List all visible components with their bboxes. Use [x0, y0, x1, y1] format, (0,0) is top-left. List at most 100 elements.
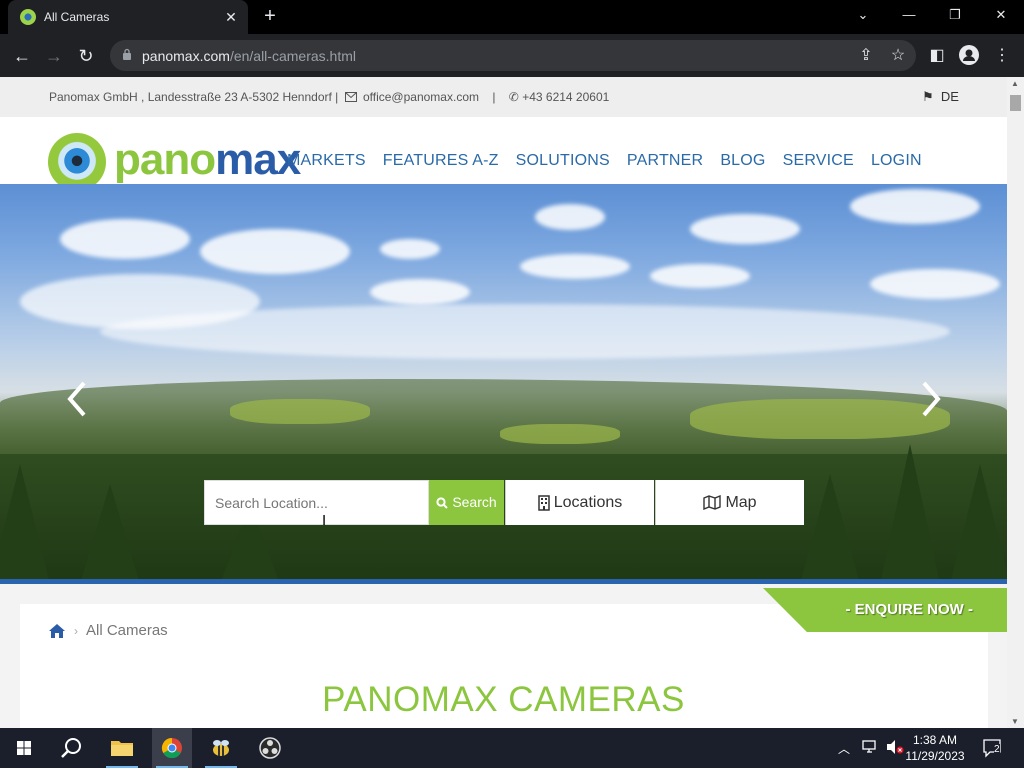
building-icon: [538, 495, 550, 511]
nav-service[interactable]: SERVICE: [783, 152, 854, 170]
network-icon[interactable]: [862, 740, 878, 759]
map-button-label: Map: [725, 494, 757, 511]
browser-titlebar: All Cameras ✕ + ⌄ — ❐ ✕: [0, 0, 1024, 34]
company-email-link[interactable]: office@panomax.com: [363, 90, 479, 104]
reload-icon[interactable]: ↻: [74, 44, 98, 68]
cloud: [690, 214, 800, 244]
web-page: Panomax GmbH , Landesstraße 23 A-5302 He…: [0, 77, 1007, 728]
browser-menu-icon[interactable]: ⋮: [991, 45, 1013, 67]
search-location-input[interactable]: [204, 480, 429, 525]
breadcrumb-current: All Cameras: [86, 622, 168, 639]
nav-solutions[interactable]: SOLUTIONS: [516, 152, 610, 170]
volume-muted-icon[interactable]: [886, 739, 904, 760]
map-button[interactable]: Map: [655, 480, 804, 525]
tree: [950, 464, 1007, 584]
text-cursor-icon: Ⅰ: [322, 512, 327, 528]
map-icon: [703, 495, 722, 511]
home-icon[interactable]: [48, 623, 66, 639]
browser-tab[interactable]: All Cameras ✕: [8, 0, 248, 34]
nav-markets[interactable]: MARKETS: [287, 152, 366, 170]
breadcrumb-separator: ›: [74, 623, 78, 638]
tray-overflow-chevron-icon[interactable]: ︿: [838, 740, 850, 757]
nav-blog[interactable]: BLOG: [720, 152, 765, 170]
windows-start-icon[interactable]: [4, 728, 44, 768]
cloud: [520, 254, 630, 279]
url-path: /en/all-cameras.html: [229, 48, 356, 64]
restore-button[interactable]: ❐: [932, 0, 978, 30]
company-phone-link[interactable]: +43 6214 20601: [522, 90, 609, 104]
clock-time: 1:38 AM: [912, 733, 958, 747]
chrome-icon[interactable]: [152, 728, 192, 768]
envelope-icon: [344, 92, 357, 102]
phone-icon: ✆: [508, 90, 519, 104]
taskbar-clock[interactable]: 1:38 AM 11/29/2023: [905, 732, 965, 764]
bee-app-icon[interactable]: [201, 728, 241, 768]
meadow: [500, 424, 620, 444]
tree: [0, 464, 50, 584]
new-tab-button[interactable]: +: [259, 5, 281, 27]
tree: [880, 444, 940, 584]
company-contact-line: Panomax GmbH , Landesstraße 23 A-5302 He…: [49, 90, 609, 104]
bookmark-star-icon[interactable]: ☆: [887, 45, 909, 67]
cloud: [380, 239, 440, 259]
scroll-up-arrow-icon[interactable]: ▲: [1011, 79, 1019, 88]
cloud: [870, 269, 1000, 299]
nav-features-a-z[interactable]: FEATURES A-Z: [383, 152, 499, 170]
notification-count: 2: [994, 744, 1000, 755]
page-scrollbar[interactable]: ▲ ▼: [1007, 77, 1024, 728]
notification-center-icon[interactable]: 2: [982, 738, 1004, 763]
forward-arrow-icon[interactable]: →: [42, 44, 66, 68]
tree: [800, 474, 860, 584]
clock-date: 11/29/2023: [905, 749, 965, 763]
slider-prev-arrow-icon[interactable]: [62, 379, 92, 419]
magnifier-icon: [436, 497, 449, 510]
share-icon[interactable]: ⇪: [855, 45, 877, 67]
panomax-favicon-icon: [20, 9, 36, 25]
search-button[interactable]: Search: [429, 480, 504, 525]
meadow: [230, 399, 370, 424]
flag-icon: ⚑: [922, 89, 934, 104]
breadcrumb: › All Cameras: [48, 622, 168, 639]
content-area: - ENQUIRE NOW - › All Cameras PANOMAX CA…: [0, 584, 1007, 728]
obs-studio-icon[interactable]: [250, 728, 290, 768]
locations-button-label: Locations: [553, 494, 623, 511]
nav-login[interactable]: LOGIN: [871, 152, 922, 170]
url-domain: panomax.com: [142, 48, 230, 64]
language-label: DE: [940, 89, 959, 104]
tab-close-icon[interactable]: ✕: [222, 8, 240, 26]
cloud: [60, 219, 190, 259]
panomax-logo[interactable]: panomax: [48, 133, 301, 191]
url-text: panomax.com/en/all-cameras.html: [142, 48, 356, 64]
slider-next-arrow-icon[interactable]: [916, 379, 946, 419]
hero-slider: Search Locations Map Ⅰ: [0, 184, 1007, 584]
cloud: [200, 229, 350, 274]
company-address: Panomax GmbH , Landesstraße 23 A-5302 He…: [49, 90, 339, 104]
windows-taskbar: ︿ 1:38 AM 11/29/2023 2: [0, 728, 1024, 768]
cloud: [535, 204, 605, 230]
close-window-button[interactable]: ✕: [978, 0, 1024, 30]
tab-search-chevron-icon[interactable]: ⌄: [840, 0, 886, 30]
scroll-down-arrow-icon[interactable]: ▼: [1011, 717, 1019, 726]
scrollbar-thumb[interactable]: [1010, 95, 1021, 111]
locations-button[interactable]: Locations: [505, 480, 654, 525]
language-switch[interactable]: ⚑ DE: [922, 89, 959, 105]
contact-separator: |: [492, 90, 496, 104]
back-arrow-icon[interactable]: ←: [10, 44, 34, 68]
nav-partner[interactable]: PARTNER: [627, 152, 703, 170]
cloud-layer: [100, 304, 950, 359]
enquire-now-label: - ENQUIRE NOW -: [845, 601, 974, 618]
panomax-eye-logo-icon: [48, 133, 106, 191]
contact-infobar: Panomax GmbH , Landesstraße 23 A-5302 He…: [0, 77, 1007, 117]
page-title: PANOMAX CAMERAS: [322, 680, 685, 719]
search-icon[interactable]: [52, 728, 92, 768]
cloud: [370, 279, 470, 305]
minimize-button[interactable]: —: [886, 0, 932, 30]
file-explorer-icon[interactable]: [102, 728, 142, 768]
tree: [80, 484, 140, 584]
address-bar[interactable]: panomax.com/en/all-cameras.html: [110, 40, 916, 71]
profile-avatar-icon[interactable]: [958, 45, 980, 67]
lock-icon: [123, 48, 131, 60]
search-button-label: Search: [452, 494, 497, 510]
side-panel-icon[interactable]: ◧: [926, 45, 948, 67]
meadow: [690, 399, 950, 439]
